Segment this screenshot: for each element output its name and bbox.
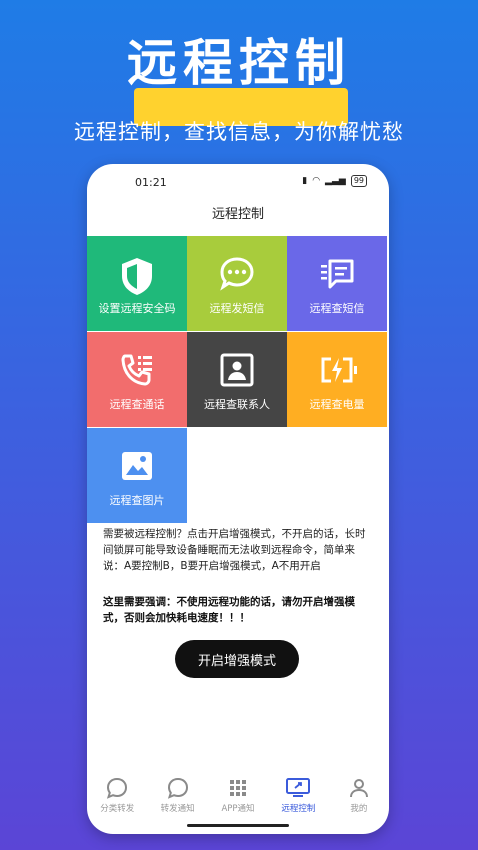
tab-label: 我的 (350, 804, 368, 814)
tile-check-images[interactable]: 远程查图片 (87, 428, 187, 523)
hero-title: 远程控制 (127, 34, 351, 92)
phone-screen: 01:21 ▮ ◠ ▂▃▅ 99 远程控制 设置远程安全码 远程发短信 远程查短… (87, 164, 389, 834)
enhance-mode-notice: 需要被远程控制？点击开启增强模式，不开启的话，长时间锁屏可能导致设备睡眠而无法收… (103, 528, 366, 572)
shield-icon (122, 258, 152, 295)
tab-forward-notify[interactable]: 转发通知 (147, 776, 207, 820)
signal-icon: ▂▃▅ (325, 176, 346, 186)
tab-app-notify[interactable]: APP通知 (208, 776, 268, 820)
tile-label: 远程查联系人 (204, 398, 270, 411)
chat-bubble-icon (107, 777, 128, 799)
vibrate-icon: ▮ (302, 176, 308, 186)
enable-enhanced-mode-button[interactable]: 开启增强模式 (175, 640, 299, 678)
chat-bubble-icon (167, 777, 188, 799)
battery-status: 99 (350, 175, 367, 187)
contact-icon (220, 353, 254, 387)
hero-subtitle: 远程控制，查找信息，为你解忧愁 (74, 120, 404, 144)
tab-remote-control[interactable]: 远程控制 (268, 776, 328, 820)
feature-grid: 设置远程安全码 远程发短信 远程查短信 远程查通话 远程查联系人 远程查电量 远… (87, 236, 389, 524)
tile-label: 远程查图片 (109, 494, 165, 507)
tab-label: APP通知 (221, 804, 255, 814)
remote-screen-icon (286, 778, 311, 797)
tile-label: 设置远程安全码 (98, 302, 176, 315)
phone-list-icon (121, 354, 152, 386)
tile-label: 远程查短信 (309, 302, 365, 315)
tab-mine[interactable]: 我的 (329, 776, 389, 820)
image-icon (122, 452, 152, 480)
tile-label: 远程查电量 (309, 398, 365, 411)
tab-label: 转发通知 (160, 804, 195, 814)
tab-category-forward[interactable]: 分类转发 (87, 776, 147, 820)
tab-label: 分类转发 (100, 804, 135, 814)
app-bar-title: 远程控制 (211, 207, 264, 222)
enhance-mode-warning: 这里需要强调：不使用远程功能的话，请勿开启增强模式，否则会加快耗电速度！！！ (103, 596, 355, 624)
status-icons: ▮ ◠ ▂▃▅ 99 (302, 175, 367, 187)
tab-label: 远程控制 (281, 804, 316, 814)
tile-check-calls[interactable]: 远程查通话 (87, 332, 187, 427)
hero: 远程控制 (0, 28, 478, 126)
message-list-icon (321, 259, 354, 289)
battery-icon (321, 357, 357, 383)
tile-label: 远程发短信 (209, 302, 265, 315)
tile-check-contacts[interactable]: 远程查联系人 (187, 332, 287, 427)
status-bar: 01:21 ▮ ◠ ▂▃▅ 99 (87, 164, 389, 200)
tile-check-sms[interactable]: 远程查短信 (287, 236, 387, 331)
tile-label: 远程查通话 (109, 398, 165, 411)
tile-send-sms[interactable]: 远程发短信 (187, 236, 287, 331)
wifi-icon: ◠ (312, 176, 321, 186)
chat-icon (220, 257, 254, 291)
app-grid-icon (230, 780, 247, 796)
tile-check-battery[interactable]: 远程查电量 (287, 332, 387, 427)
status-time: 01:21 (135, 176, 167, 189)
bottom-tab-bar: 分类转发 转发通知 APP通知 远程控制 我的 (87, 776, 389, 820)
home-indicator (187, 824, 289, 827)
tile-set-security-code[interactable]: 设置远程安全码 (87, 236, 187, 331)
user-icon (349, 779, 368, 798)
